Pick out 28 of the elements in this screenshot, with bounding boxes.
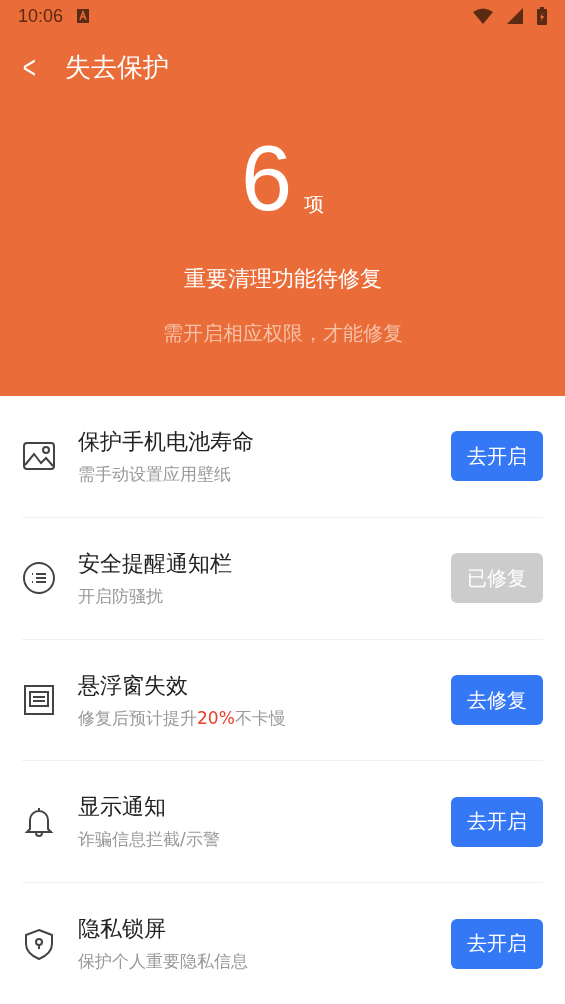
status-time: 10:06 <box>18 5 64 27</box>
issue-count: 6 <box>240 132 293 224</box>
signal-icon <box>507 8 523 24</box>
back-button[interactable]: < <box>22 51 36 83</box>
item-subtitle: 开启防骚扰 <box>78 584 164 608</box>
item-subtitle: 修复后预计提升20%不卡慢 <box>78 706 287 730</box>
item-title: 悬浮窗失效 <box>78 671 189 700</box>
window-icon <box>22 683 56 718</box>
shield-icon <box>22 926 56 961</box>
wifi-icon <box>473 8 493 24</box>
summary-note: 需开启相应权限，才能修复 <box>161 320 404 347</box>
item-title: 安全提醒通知栏 <box>78 549 233 578</box>
fix-button[interactable]: 去开启 <box>451 796 543 847</box>
item-subtitle: 诈骗信息拦截/示警 <box>78 828 221 852</box>
item-subtitle: 保护个人重要隐私信息 <box>78 950 249 974</box>
battery-icon <box>537 7 547 25</box>
item-title: 显示通知 <box>78 793 167 822</box>
count-unit: 项 <box>304 191 325 218</box>
fix-button[interactable]: 去修复 <box>451 675 543 726</box>
summary-headline: 重要清理功能待修复 <box>182 265 383 293</box>
item-subtitle: 需手动设置应用壁纸 <box>78 462 232 486</box>
fix-button[interactable]: 去开启 <box>451 918 543 969</box>
item-title: 保护手机电池寿命 <box>78 427 255 456</box>
list-icon <box>22 561 56 596</box>
item-title: 隐私锁屏 <box>78 915 167 944</box>
keyboard-notification-icon <box>77 9 90 23</box>
page-title: 失去保护 <box>64 50 169 84</box>
fix-button[interactable]: 去开启 <box>451 431 543 482</box>
